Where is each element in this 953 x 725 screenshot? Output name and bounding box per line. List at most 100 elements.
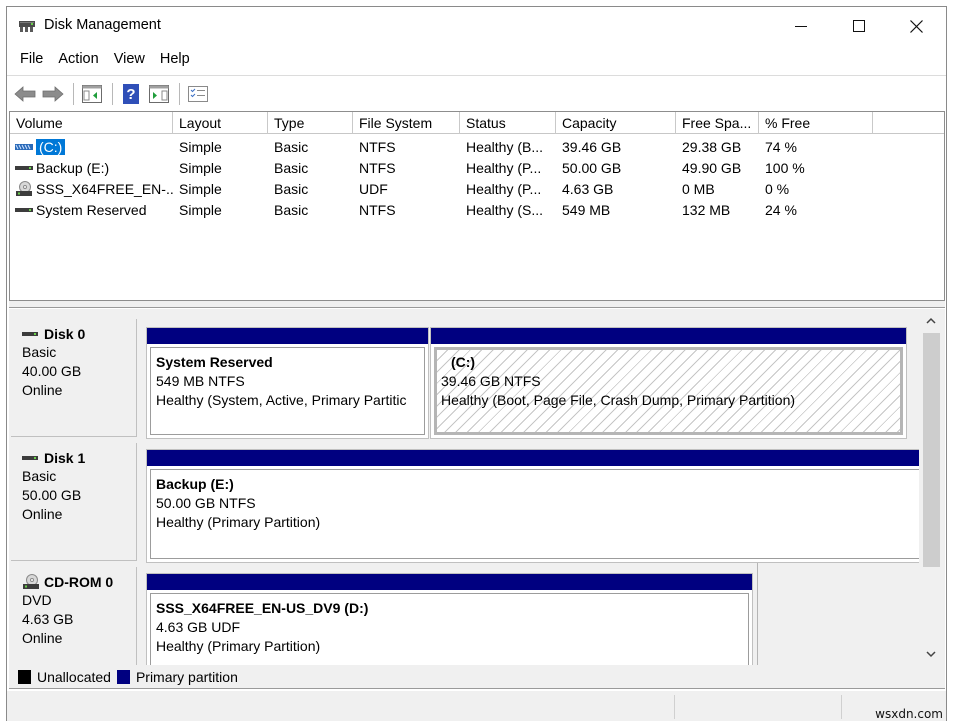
toolbar-separator [179, 82, 180, 105]
disk-name: CD-ROM 0 [44, 574, 114, 590]
show-hide-console-tree-button[interactable] [79, 81, 105, 107]
disk-kind: Basic [22, 344, 57, 360]
menu-action[interactable]: Action [53, 51, 108, 67]
legend-swatch-unallocated [18, 669, 31, 684]
status-bar-segment [841, 695, 842, 719]
volume-row[interactable]: SSS_X64FREE_EN-... Simple Basic UDF Heal… [10, 178, 944, 199]
back-button[interactable] [12, 81, 38, 107]
disk-info-disk-0[interactable]: Disk 0 Basic 40.00 GB Online [11, 319, 137, 437]
volume-capacity: 4.63 GB [562, 180, 614, 197]
volume-list: Volume Layout Type File System Status Ca… [9, 111, 945, 301]
disk-name: Disk 1 [44, 450, 86, 466]
volume-type: Basic [274, 138, 309, 155]
volume-free-space: 132 MB [682, 201, 731, 218]
volume-layout: Simple [179, 159, 222, 176]
primary-partition-bar [431, 328, 906, 344]
pane-splitter[interactable] [9, 301, 945, 308]
show-hide-action-pane-button[interactable] [146, 81, 172, 107]
disk-info-cd-rom-0[interactable]: CD-ROM 0 DVD 4.63 GB Online [11, 567, 137, 665]
volume-percent-free: 74 % [765, 138, 797, 155]
cd-drive-icon [22, 574, 40, 590]
disk-icon [22, 328, 40, 340]
partition-status: Healthy (Boot, Page File, Crash Dump, Pr… [441, 392, 796, 408]
disk-icon [22, 452, 40, 464]
column-header-capacity[interactable]: Capacity [556, 112, 676, 134]
disk-row-cd-rom-0: CD-ROM 0 DVD 4.63 GB Online SSS_X64FREE_… [9, 563, 920, 665]
disk-row-disk-1: Disk 1 Basic 50.00 GB Online Backup (E:)… [9, 439, 924, 563]
status-bar-segment [674, 695, 675, 719]
volume-percent-free: 0 % [765, 180, 790, 197]
column-header-file-system[interactable]: File System [353, 112, 460, 134]
menu-help[interactable]: Help [155, 51, 200, 67]
column-header-free-space[interactable]: Free Spa... [676, 112, 759, 134]
toolbar: ? [7, 75, 946, 111]
partition-system-reserved[interactable]: System Reserved 549 MB NTFS Healthy (Sys… [146, 327, 429, 439]
volume-capacity: 39.46 GB [562, 138, 622, 155]
properties-icon [188, 85, 208, 102]
title-bar: Disk Management [7, 7, 946, 45]
volume-free-space: 49.90 GB [682, 159, 742, 176]
help-button[interactable]: ? [118, 81, 144, 107]
volume-row[interactable]: Backup (E:) Simple Basic NTFS Healthy (P… [10, 157, 944, 178]
volume-status: Healthy (B... [466, 138, 544, 155]
volume-status: Healthy (P... [466, 180, 542, 197]
minimize-icon [795, 26, 807, 27]
column-header-layout[interactable]: Layout [173, 112, 268, 134]
column-header-status[interactable]: Status [460, 112, 556, 134]
close-icon [909, 19, 923, 33]
menu-view[interactable]: View [109, 51, 155, 67]
scroll-down-button[interactable] [919, 643, 943, 665]
partition-size-fs: 549 MB NTFS [156, 373, 245, 389]
graphical-view-scrollbar[interactable] [919, 309, 943, 665]
selected-partition-hatch: (C:) 39.46 GB NTFS Healthy (Boot, Page F… [434, 347, 903, 435]
volume-row[interactable]: System Reserved Simple Basic NTFS Health… [10, 199, 944, 220]
partition-size-fs: 50.00 GB NTFS [156, 495, 256, 511]
disk-size: 4.63 GB [22, 611, 74, 627]
disk-info-disk-1[interactable]: Disk 1 Basic 50.00 GB Online [11, 443, 137, 561]
volume-file-system: UDF [359, 180, 388, 197]
volume-free-space: 0 MB [682, 180, 715, 197]
partition-title: (C:) [451, 354, 476, 370]
partition-title: Backup (E:) [156, 476, 234, 492]
primary-partition-bar [147, 450, 923, 466]
primary-partition-bar [147, 328, 428, 344]
volume-percent-free: 24 % [765, 201, 797, 218]
scroll-up-button[interactable] [919, 309, 943, 331]
disk-state: Online [22, 506, 63, 522]
partition-cd-d[interactable]: SSS_X64FREE_EN-US_DV9 (D:) 4.63 GB UDF H… [146, 573, 753, 665]
console-tree-icon [82, 84, 102, 103]
scroll-thumb[interactable] [923, 333, 940, 567]
disk-graphical-view: Disk 0 Basic 40.00 GB Online System Rese… [9, 309, 945, 665]
volume-free-space: 29.38 GB [682, 138, 742, 155]
minimize-button[interactable] [773, 7, 829, 45]
menu-file[interactable]: File [15, 51, 53, 67]
column-header-percent-free[interactable]: % Free [759, 112, 873, 134]
partition-size-fs: 39.46 GB NTFS [441, 373, 541, 389]
menu-bar: File Action View Help [7, 47, 200, 71]
volume-capacity: 50.00 GB [562, 159, 622, 176]
toolbar-separator [112, 82, 113, 105]
legend-label-primary-partition: Primary partition [135, 668, 238, 685]
partition-title: System Reserved [156, 354, 273, 370]
chevron-up-icon [926, 317, 936, 324]
partition-c-drive[interactable]: (C:) 39.46 GB NTFS Healthy (Boot, Page F… [430, 327, 907, 439]
forward-arrow-icon [42, 85, 64, 102]
disk-state: Online [22, 630, 63, 646]
volume-status: Healthy (S... [466, 201, 544, 218]
maximize-button[interactable] [831, 7, 887, 45]
volume-status: Healthy (P... [466, 159, 542, 176]
volume-type: Basic [274, 159, 309, 176]
properties-button[interactable] [185, 81, 211, 107]
drive-icon [15, 203, 33, 217]
close-button[interactable] [888, 7, 944, 45]
column-header-volume[interactable]: Volume [10, 112, 173, 134]
toolbar-separator [73, 82, 74, 105]
forward-button[interactable] [40, 81, 66, 107]
help-icon: ? [123, 83, 139, 104]
legend-label-unallocated: Unallocated [37, 668, 111, 685]
partition-backup-e[interactable]: Backup (E:) 50.00 GB NTFS Healthy (Prima… [146, 449, 924, 563]
column-header-type[interactable]: Type [268, 112, 353, 134]
cd-drive-icon [15, 180, 33, 196]
volume-name: System Reserved [36, 201, 147, 218]
volume-row[interactable]: (C:) Simple Basic NTFS Healthy (B... 39.… [10, 136, 944, 157]
